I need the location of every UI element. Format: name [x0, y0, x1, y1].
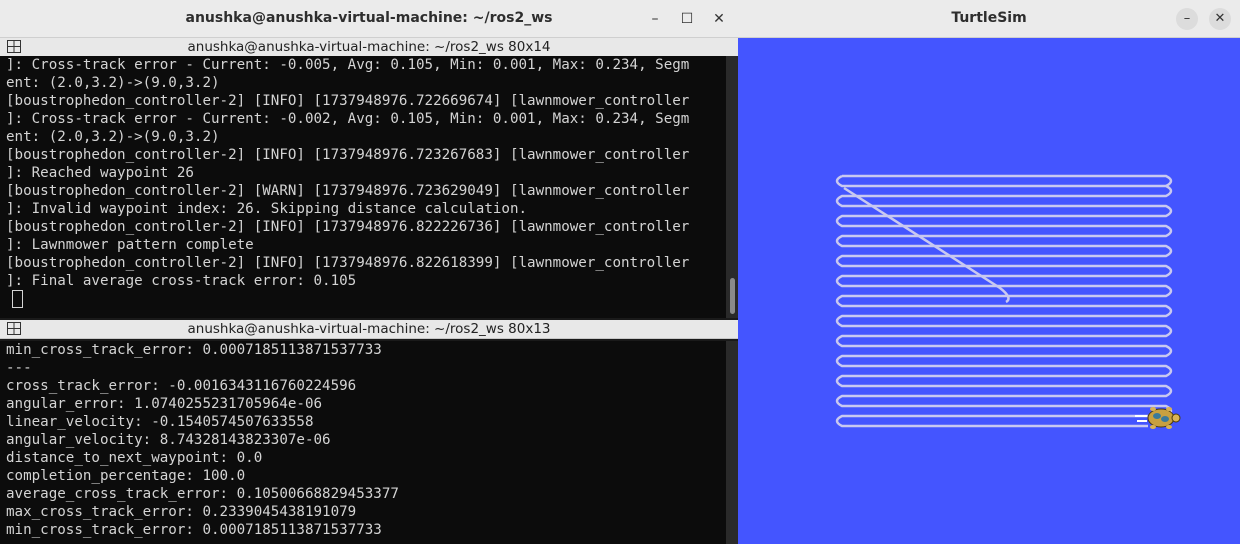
turtlesim-window-title: TurtleSim: [951, 10, 1027, 26]
log-line: ent: (2.0,3.2)->(9.0,3.2): [6, 129, 220, 145]
terminal-titlebar[interactable]: anushka@anushka-virtual-machine: ~/ros2_…: [0, 0, 738, 38]
log-line: ]: Invalid waypoint index: 26. Skipping …: [6, 201, 528, 217]
log-line: ]: Cross-track error - Current: -0.002, …: [6, 111, 690, 127]
topic-line: angular_error: 1.0740255231705964e-06: [6, 396, 323, 412]
close-button[interactable]: ✕: [708, 8, 730, 30]
turtle-canvas-svg: [835, 174, 1181, 429]
top-pane-titlebar[interactable]: anushka@anushka-virtual-machine: ~/ros2_…: [0, 38, 738, 57]
topic-line: cross_track_error: -0.001634311676022459…: [6, 378, 357, 394]
terminal-window: anushka@anushka-virtual-machine: ~/ros2_…: [0, 0, 738, 544]
log-line: ]: Reached waypoint 26: [6, 165, 194, 181]
minimize-button[interactable]: –: [1176, 8, 1198, 30]
prompt-line: [0, 290, 726, 308]
topic-line: min_cross_track_error: 0.000718511387153…: [6, 522, 382, 538]
topic-line: angular_velocity: 8.74328143823307e-06: [6, 432, 331, 448]
log-line: ]: Cross-track error - Current: -0.005, …: [6, 57, 690, 73]
log-line: [boustrophedon_controller-2] [WARN] [173…: [6, 183, 690, 199]
minimize-button[interactable]: –: [644, 8, 666, 30]
bottom-pane-titlebar[interactable]: anushka@anushka-virtual-machine: ~/ros2_…: [0, 320, 738, 339]
log-line: ]: Final average cross-track error: 0.10…: [6, 273, 357, 289]
log-line: ]: Lawnmower pattern complete: [6, 237, 254, 253]
log-line: [boustrophedon_controller-2] [INFO] [173…: [6, 147, 690, 163]
bottom-pane-title: anushka@anushka-virtual-machine: ~/ros2_…: [187, 321, 551, 337]
top-pane-scroll-thumb[interactable]: [730, 278, 735, 314]
bottom-pane-scrollbar[interactable]: [726, 341, 738, 544]
bottom-pane-output[interactable]: min_cross_track_error: 0.000718511387153…: [0, 341, 726, 544]
turtlesim-titlebar[interactable]: TurtleSim – ✕: [738, 0, 1240, 38]
topic-line: ---: [6, 360, 32, 376]
log-line: [boustrophedon_controller-2] [INFO] [173…: [6, 255, 690, 271]
close-button[interactable]: ✕: [1209, 8, 1231, 30]
maximize-button[interactable]: ☐: [676, 8, 698, 30]
top-pane-scrollbar[interactable]: [726, 56, 738, 318]
topic-line: average_cross_track_error: 0.10500668829…: [6, 486, 399, 502]
log-line: [boustrophedon_controller-2] [INFO] [173…: [6, 219, 690, 235]
turtlesim-window: TurtleSim – ✕: [738, 0, 1240, 544]
topic-line: min_cross_track_error: 0.000718511387153…: [6, 342, 382, 358]
top-pane-title: anushka@anushka-virtual-machine: ~/ros2_…: [187, 39, 551, 55]
topic-line: max_cross_track_error: 0.233904543819107…: [6, 504, 357, 520]
log-line: [boustrophedon_controller-2] [INFO] [173…: [6, 93, 690, 109]
topic-line: linear_velocity: -0.1540574507633558: [6, 414, 314, 430]
turtle-trail: [835, 174, 1173, 428]
terminal-window-title: anushka@anushka-virtual-machine: ~/ros2_…: [185, 10, 553, 26]
log-line: ent: (2.0,3.2)->(9.0,3.2): [6, 75, 220, 91]
terminal-cursor: [12, 290, 23, 308]
topic-line: completion_percentage: 100.0: [6, 468, 246, 484]
turtlesim-canvas[interactable]: [738, 38, 1240, 544]
top-pane-output[interactable]: ]: Cross-track error - Current: -0.005, …: [0, 56, 726, 318]
topic-line: distance_to_next_waypoint: 0.0: [6, 450, 263, 466]
